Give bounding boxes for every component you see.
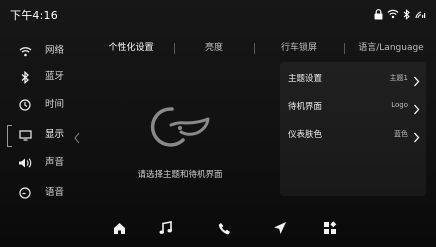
chevron-right-icon <box>413 72 420 91</box>
settings-panel: 主题设置 主题1 待机界面 Logo 仪表肤色 蓝色 <box>280 62 426 196</box>
chevron-right-icon <box>413 128 420 147</box>
sidebar-item-label: 蓝牙 <box>45 71 65 82</box>
phone-icon <box>218 220 231 239</box>
settings-screen: 下午4:16 网络 蓝牙 时间 显示 声音 语音 个性化设置 亮度 行车锁屏 语… <box>0 0 436 247</box>
sidebar-item-label: 语音 <box>45 187 65 198</box>
standby-screen-row[interactable]: 待机界面 Logo <box>280 92 426 120</box>
home-button[interactable] <box>109 219 129 239</box>
bluetooth-icon <box>403 8 411 20</box>
lock-icon <box>374 8 383 20</box>
status-bar: 下午4:16 <box>0 0 436 28</box>
tab-divider <box>174 43 175 54</box>
tab-language[interactable]: 语言/Language <box>350 38 432 58</box>
row-value: 主题1 <box>389 74 408 82</box>
music-button[interactable] <box>155 219 175 239</box>
clock: 下午4:16 <box>10 9 58 22</box>
speaker-icon <box>18 156 32 170</box>
row-label: 主题设置 <box>288 74 323 84</box>
bottom-dock <box>0 211 436 247</box>
tab-divider <box>344 43 345 54</box>
sidebar-item-bluetooth[interactable]: 蓝牙 <box>0 64 84 90</box>
row-value: Logo <box>391 101 408 109</box>
home-icon <box>113 220 126 239</box>
active-indicator <box>7 125 12 147</box>
chevron-right-icon <box>413 100 420 119</box>
wifi-icon <box>387 9 399 19</box>
tab-personalization[interactable]: 个性化设置 <box>96 38 166 58</box>
tab-driving-lock[interactable]: 行车锁屏 <box>264 38 334 58</box>
sidebar: 网络 蓝牙 时间 显示 声音 语音 <box>0 34 84 210</box>
sidebar-item-voice[interactable]: 语音 <box>0 180 84 206</box>
bluetooth-icon <box>18 70 32 84</box>
sidebar-item-label: 声音 <box>45 157 65 168</box>
theme-setting-row[interactable]: 主题设置 主题1 <box>280 64 426 92</box>
sidebar-item-label: 显示 <box>45 129 65 140</box>
tab-brightness[interactable]: 亮度 <box>184 38 244 58</box>
sidebar-item-network[interactable]: 网络 <box>0 38 84 64</box>
tab-divider <box>254 43 255 54</box>
sidebar-item-time[interactable]: 时间 <box>0 92 84 118</box>
navigation-button[interactable] <box>270 219 290 239</box>
signal-icon <box>415 9 426 19</box>
row-label: 待机界面 <box>288 102 323 112</box>
status-icons <box>374 7 426 21</box>
row-value: 蓝色 <box>394 130 408 138</box>
theme-hint-text: 请选择主题和待机界面 <box>137 170 223 180</box>
row-label: 仪表肤色 <box>288 130 323 140</box>
sidebar-item-label: 网络 <box>45 45 65 56</box>
chevron-left-icon <box>74 129 80 148</box>
clock-icon <box>18 98 32 112</box>
voice-icon <box>18 186 32 200</box>
tab-bar: 个性化设置 亮度 行车锁屏 语言/Language <box>88 38 436 60</box>
sidebar-item-sound[interactable]: 声音 <box>0 150 84 176</box>
wifi-icon <box>18 44 32 58</box>
music-icon <box>159 220 172 239</box>
display-icon <box>18 128 32 142</box>
navigation-icon <box>273 220 287 239</box>
sidebar-item-display[interactable]: 显示 <box>0 122 84 148</box>
phone-button[interactable] <box>214 219 234 239</box>
cluster-skin-row[interactable]: 仪表肤色 蓝色 <box>280 120 426 148</box>
apps-icon <box>323 220 337 239</box>
sidebar-item-label: 时间 <box>45 99 65 110</box>
apps-button[interactable] <box>320 219 340 239</box>
